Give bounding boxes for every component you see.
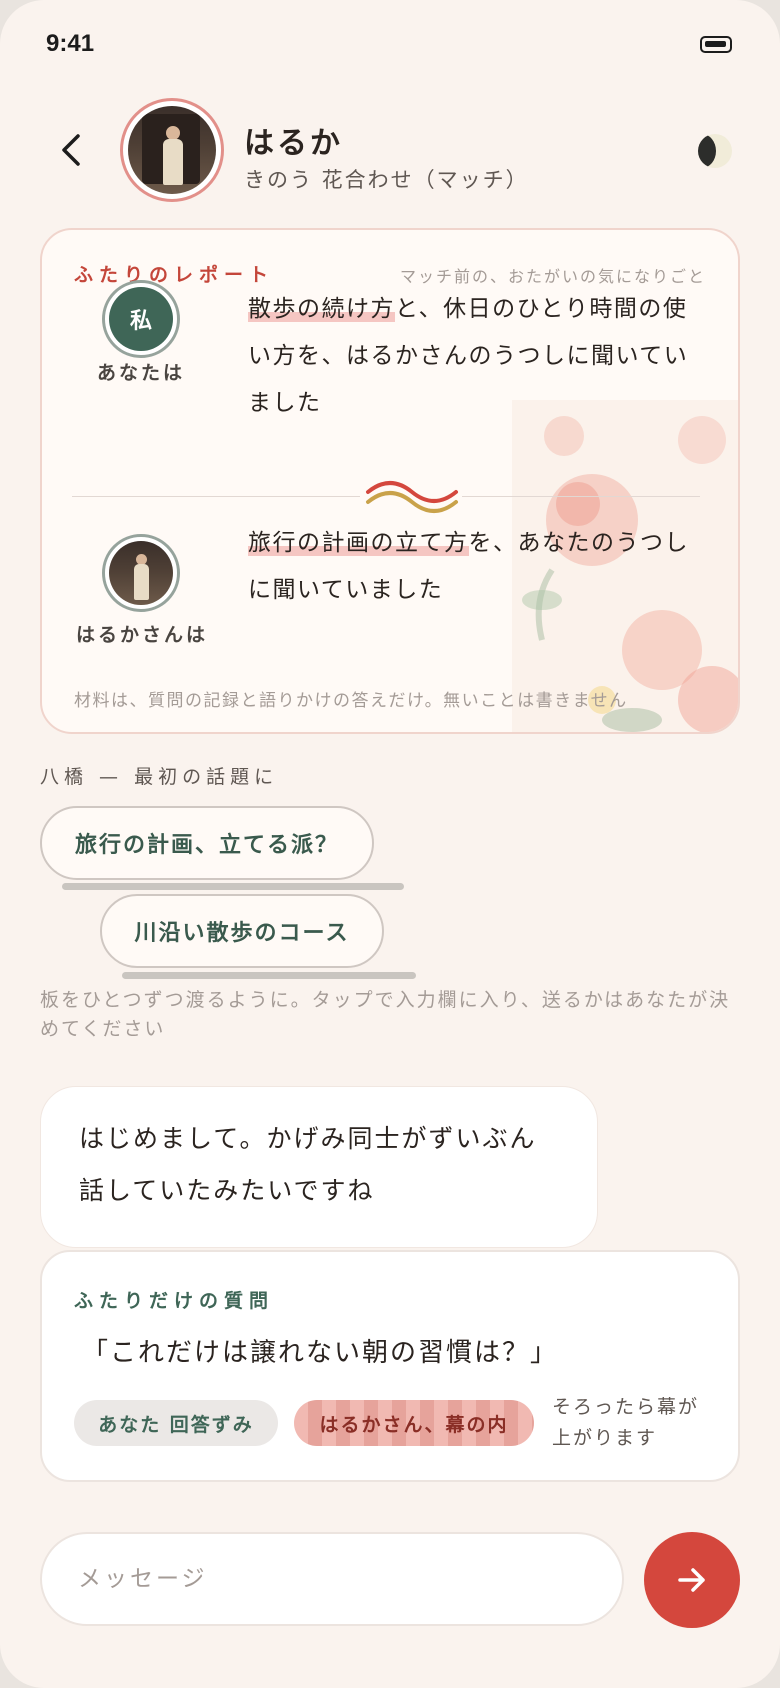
chat-screen: 9:41 はるか きのう 花合わせ（マッチ） ふたりのレポート マッチ前の、おた… <box>0 0 780 1688</box>
report-label: ふたりのレポート <box>74 264 275 286</box>
send-button[interactable] <box>644 1532 740 1628</box>
bridge-plank <box>62 883 404 890</box>
my-report-highlight: 散歩の続け方 <box>248 296 395 322</box>
my-answer-status: あなた 回答ずみ <box>74 1400 278 1446</box>
message-bubble: はじめまして。かげみ同士がずいぶん話していたみたいですね <box>40 1086 598 1248</box>
bridge-hint: 板をひとつずつ渡るように。タップで入力欄に入り、送るかはあなたが決めてください <box>40 989 731 1040</box>
my-caption: あなたは <box>96 362 185 384</box>
report-note: マッチ前の、おたがいの気になりごと <box>399 267 706 286</box>
message-input[interactable] <box>40 1532 624 1626</box>
my-report-text: 散歩の続け方と、休日のひとり時間の使い方を、はるかさんのうつしに聞いていました <box>248 286 698 427</box>
moon-icon[interactable] <box>698 134 732 168</box>
avatar-photo <box>128 106 216 194</box>
wave-icon <box>366 481 458 513</box>
question-note: そろったら幕が上がります <box>552 1396 700 1449</box>
profile-avatar[interactable] <box>120 98 224 202</box>
match-subtitle: きのう 花合わせ（マッチ） <box>244 168 529 192</box>
arrow-right-icon <box>678 1568 705 1592</box>
topic-chip-travel[interactable]: 旅行の計画、立てる派？ <box>40 806 374 880</box>
their-report-text: 旅行の計画の立て方を、あなたのうつしに聞いていました <box>248 520 698 614</box>
their-answer-status: はるかさん、幕の内 <box>294 1400 534 1446</box>
their-report-highlight: 旅行の計画の立て方 <box>248 530 469 556</box>
back-button[interactable] <box>52 128 92 172</box>
chevron-left-icon <box>62 134 80 166</box>
divider-left <box>72 496 360 497</box>
report-footnote: 材料は、質問の記録と語りかけの答えだけ。無いことは書きません <box>74 691 628 711</box>
question-text: 「これだけは譲れない朝の習慣は？」 <box>82 1338 559 1368</box>
report-card: ふたりのレポート マッチ前の、おたがいの気になりごと 私 あなたは 散歩の続け方… <box>40 228 740 734</box>
topic-chip-walk[interactable]: 川沿い散歩のコース <box>100 894 384 968</box>
their-badge <box>102 534 180 612</box>
their-avatar-photo <box>109 541 173 605</box>
their-caption: はるかさんは <box>75 624 208 646</box>
profile-name: はるか <box>244 126 343 161</box>
battery-icon <box>700 36 732 53</box>
my-badge: 私 <box>102 280 180 358</box>
message-text: はじめまして。かげみ同士がずいぶん話していたみたいですね <box>79 1124 537 1205</box>
question-card: ふたりだけの質問 「これだけは譲れない朝の習慣は？」 あなた 回答ずみ はるかさ… <box>40 1250 740 1482</box>
status-time: 9:41 <box>46 30 95 57</box>
bridge-label: 八橋 — 最初の話題に <box>40 766 279 788</box>
divider-right <box>462 496 700 497</box>
question-label: ふたりだけの質問 <box>74 1290 275 1312</box>
bridge-plank <box>122 972 416 979</box>
